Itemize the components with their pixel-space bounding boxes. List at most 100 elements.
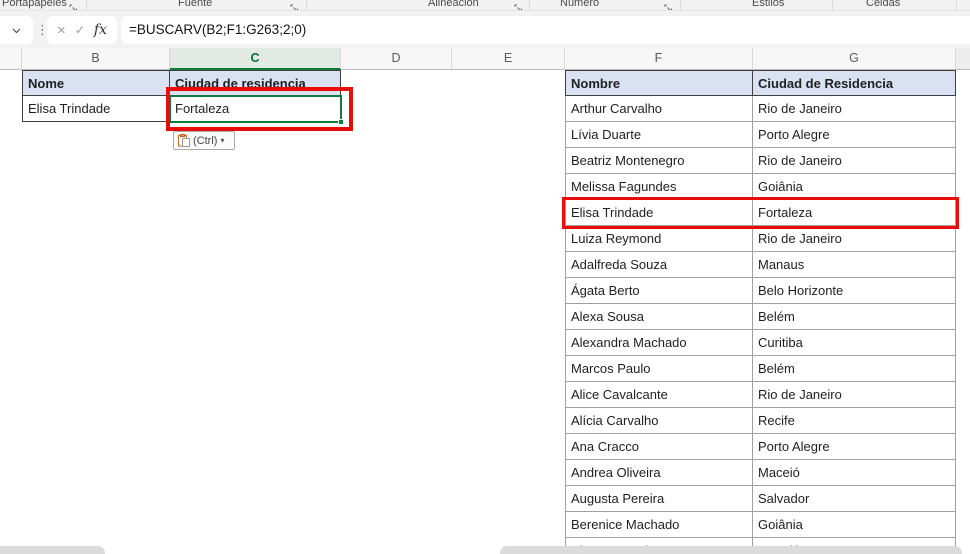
table-row: Alexa Sousa Belém xyxy=(565,304,956,330)
cancel-icon[interactable]: × xyxy=(57,23,66,38)
column-header-a[interactable] xyxy=(0,48,22,69)
paste-options-label: (Ctrl) xyxy=(193,134,218,147)
dialog-launcher-icon[interactable] xyxy=(664,0,673,10)
cell[interactable]: Augusta Pereira xyxy=(565,486,753,512)
cell[interactable]: Rio de Janeiro xyxy=(753,96,956,122)
table-row: Adalfreda Souza Manaus xyxy=(565,252,956,278)
dialog-launcher-icon[interactable] xyxy=(514,0,523,10)
table-row-highlighted: Elisa Trindade Fortaleza xyxy=(565,200,956,226)
ribbon-group-divider xyxy=(86,0,87,10)
name-box[interactable] xyxy=(0,16,33,44)
ribbon-group-divider xyxy=(529,0,530,10)
cell[interactable]: Ana Cracco xyxy=(565,434,753,460)
cell[interactable]: Belém xyxy=(753,356,956,382)
paste-options-caret-icon: ▾ xyxy=(220,135,225,145)
header-cell-ciudad[interactable]: Ciudad de residencia xyxy=(170,70,341,96)
divider xyxy=(0,10,970,11)
top-chrome: Portapapeles Fuente Alineación Número Es… xyxy=(0,0,970,48)
ribbon-group-label-alignment: Alineación xyxy=(428,0,479,9)
header-cell-nome[interactable]: Nome xyxy=(22,70,170,96)
cell[interactable]: Adalfreda Souza xyxy=(565,252,753,278)
header-cell-nombre[interactable]: Nombre xyxy=(565,70,753,96)
header-cell-ciudad-residencia[interactable]: Ciudad de Residencia xyxy=(753,70,956,96)
cell-c2-active[interactable]: Fortaleza xyxy=(170,96,341,122)
cell[interactable]: Alexandra Machado xyxy=(565,330,753,356)
confirm-icon[interactable]: ✓ xyxy=(75,24,85,36)
cell[interactable]: Lívia Duarte xyxy=(565,122,753,148)
sheet-grid: Nome Ciudad de residencia Elisa Trindade… xyxy=(0,70,970,554)
cell[interactable]: Fortaleza xyxy=(753,200,956,226)
column-header-e[interactable]: E xyxy=(452,48,565,69)
table-row: Beatriz Montenegro Rio de Janeiro xyxy=(565,148,956,174)
table-row: Luiza Reymond Rio de Janeiro xyxy=(565,226,956,252)
cell[interactable]: Alice Cavalcante xyxy=(565,382,753,408)
cell[interactable]: Belo Horizonte xyxy=(753,278,956,304)
table-row: Alícia Carvalho Recife xyxy=(565,408,956,434)
chevron-down-icon xyxy=(12,28,21,34)
cell[interactable]: Manaus xyxy=(753,252,956,278)
scrollbar-thumb[interactable] xyxy=(0,546,105,554)
scrollbar-thumb[interactable] xyxy=(500,546,962,554)
ribbon-group-label-font: Fuente xyxy=(178,0,213,9)
column-header-f[interactable]: F xyxy=(565,48,753,69)
column-headers: B C D E F G xyxy=(0,48,970,70)
cell[interactable]: Alícia Carvalho xyxy=(565,408,753,434)
column-header-b[interactable]: B xyxy=(22,48,170,69)
cell[interactable]: Salvador xyxy=(753,486,956,512)
cell[interactable]: Rio de Janeiro xyxy=(753,226,956,252)
cell[interactable]: Beatriz Montenegro xyxy=(565,148,753,174)
formula-input[interactable]: =BUSCARV(B2;F1:G263;2;0) xyxy=(121,16,970,44)
source-data-table: Nombre Ciudad de Residencia Arthur Carva… xyxy=(565,70,956,554)
cell[interactable]: Luiza Reymond xyxy=(565,226,753,252)
cell[interactable]: Berenice Machado xyxy=(565,512,753,538)
cell[interactable]: Porto Alegre xyxy=(753,434,956,460)
cell[interactable]: Elisa Trindade xyxy=(565,200,753,226)
table-row: Elisa Trindade Fortaleza xyxy=(22,96,341,122)
column-header-d[interactable]: D xyxy=(341,48,452,69)
cell[interactable]: Rio de Janeiro xyxy=(753,148,956,174)
table-row: Augusta Pereira Salvador xyxy=(565,486,956,512)
table-row: Ana Cracco Porto Alegre xyxy=(565,434,956,460)
cell[interactable]: Maceió xyxy=(753,460,956,486)
cell[interactable]: Recife xyxy=(753,408,956,434)
cell-b2[interactable]: Elisa Trindade xyxy=(22,96,170,122)
paste-options-button[interactable]: (Ctrl) ▾ xyxy=(173,131,235,150)
column-header-c-selected[interactable]: C xyxy=(170,48,341,70)
ribbon-group-divider xyxy=(680,0,681,10)
cell[interactable]: Ágata Berto xyxy=(565,278,753,304)
column-header-g[interactable]: G xyxy=(753,48,956,69)
table-row: Berenice Machado Goiânia xyxy=(565,512,956,538)
dialog-launcher-icon[interactable] xyxy=(290,0,299,10)
ribbon-group-divider xyxy=(956,0,957,10)
table-row: Alice Cavalcante Rio de Janeiro xyxy=(565,382,956,408)
ribbon-group-label-clipboard: Portapapeles xyxy=(2,0,67,9)
table-row: Lívia Duarte Porto Alegre xyxy=(565,122,956,148)
ribbon-group-label-styles: Estilos xyxy=(752,0,785,9)
cell[interactable]: Goiânia xyxy=(753,512,956,538)
cell[interactable]: Rio de Janeiro xyxy=(753,382,956,408)
formula-bar-buttons: × ✓ fx xyxy=(47,16,117,44)
table-row: Andrea Oliveira Maceió xyxy=(565,460,956,486)
dialog-launcher-icon[interactable] xyxy=(69,0,78,10)
cell[interactable]: Arthur Carvalho xyxy=(565,96,753,122)
cell[interactable]: Porto Alegre xyxy=(753,122,956,148)
insert-function-icon[interactable]: fx xyxy=(94,22,107,38)
cell[interactable]: Alexa Sousa xyxy=(565,304,753,330)
table-row: Alexandra Machado Curitiba xyxy=(565,330,956,356)
cell[interactable]: Melissa Fagundes xyxy=(565,174,753,200)
cell[interactable]: Marcos Paulo xyxy=(565,356,753,382)
cell[interactable]: Goiânia xyxy=(753,174,956,200)
ribbon-group-label-number: Número xyxy=(560,0,600,9)
table-header-row: Nome Ciudad de residencia xyxy=(22,70,341,96)
table-row: Marcos Paulo Belém xyxy=(565,356,956,382)
ribbon-group-label-cells: Celdas xyxy=(866,0,901,9)
cell[interactable]: Belém xyxy=(753,304,956,330)
table-header-row: Nombre Ciudad de Residencia xyxy=(565,70,956,96)
clipboard-paste-icon xyxy=(178,134,190,147)
ribbon: Portapapeles Fuente Alineación Número Es… xyxy=(0,0,970,10)
ribbon-group-divider xyxy=(832,0,833,10)
cell[interactable]: Curitiba xyxy=(753,330,956,356)
excel-window: Portapapeles Fuente Alineación Número Es… xyxy=(0,0,970,554)
table-row: Arthur Carvalho Rio de Janeiro xyxy=(565,96,956,122)
cell[interactable]: Andrea Oliveira xyxy=(565,460,753,486)
